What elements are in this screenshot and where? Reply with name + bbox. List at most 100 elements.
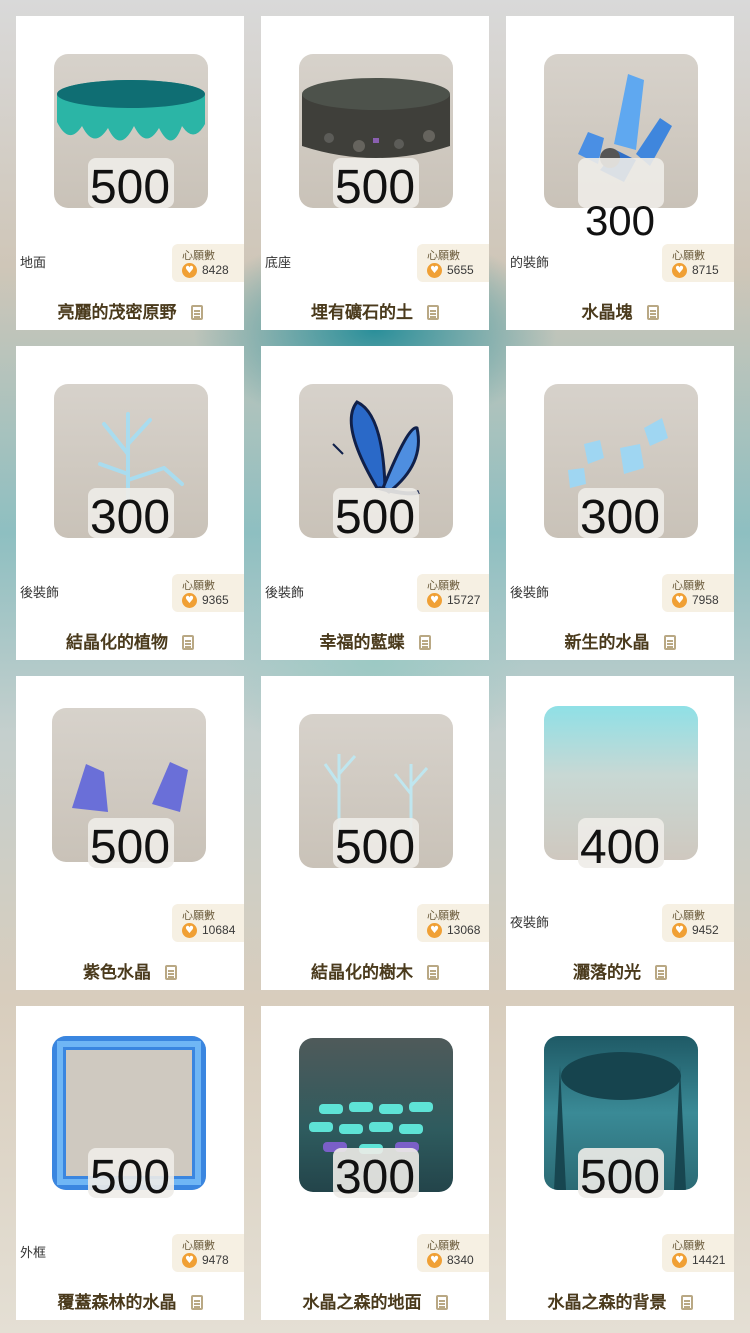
wish-count-badge: 心願數 ♥ 8340 xyxy=(417,1234,489,1272)
shop-item-card[interactable]: 500 心願數 ♥ 14421 水晶之森的背景 xyxy=(506,1006,734,1320)
heart-icon: ♥ xyxy=(182,923,197,938)
wish-count-badge: 心願數 ♥ 9365 xyxy=(172,574,244,612)
category-label: 底座 xyxy=(265,256,292,271)
document-icon[interactable] xyxy=(190,1295,203,1310)
shop-item-card[interactable]: 500 心願數 ♥ 10684 紫色水晶 xyxy=(16,676,244,990)
wish-label: 心願數 xyxy=(427,1239,460,1252)
shop-page: { "wish_label": "心願數", "items": [ {"pric… xyxy=(0,0,750,1333)
wish-label: 心願數 xyxy=(672,1239,705,1252)
shop-item-card[interactable]: 500 後裝飾 心願數 ♥ 15727 幸福的藍蝶 xyxy=(261,346,489,660)
price-label: 500 xyxy=(579,1151,661,1204)
wish-label: 心願數 xyxy=(672,579,705,592)
wish-label: 心願數 xyxy=(182,579,215,592)
wish-count: 5655 xyxy=(447,263,474,277)
wish-count: 9478 xyxy=(202,1253,229,1267)
document-icon[interactable] xyxy=(646,305,659,320)
wish-count-badge: 心願數 ♥ 8715 xyxy=(662,244,734,282)
shop-item-card[interactable]: 300 後裝飾 心願數 ♥ 7958 新生的水晶 xyxy=(506,346,734,660)
document-icon[interactable] xyxy=(435,1295,448,1310)
document-icon[interactable] xyxy=(680,1295,693,1310)
wish-label: 心願數 xyxy=(427,249,460,262)
item-name: 灑落的光 xyxy=(506,958,734,983)
shop-item-card[interactable]: 400 夜裝飾 心願數 ♥ 9452 灑落的光 xyxy=(506,676,734,990)
document-icon[interactable] xyxy=(427,305,439,320)
item-name: 紫色水晶 xyxy=(16,958,244,983)
shop-item-card[interactable]: 500 底座 心願數 ♥ 5655 埋有礦石的土 xyxy=(261,16,489,330)
price-label: 300 xyxy=(584,197,656,244)
item-name: 水晶之森的背景 xyxy=(506,1288,734,1313)
category-label: 後裝飾 xyxy=(510,586,550,601)
shop-item-card[interactable]: 300 的裝飾 心願數 ♥ 8715 水晶塊 xyxy=(506,16,734,330)
item-name: 水晶塊 xyxy=(506,298,734,323)
wish-count-badge: 心願數 ♥ 5655 xyxy=(417,244,489,282)
heart-icon: ♥ xyxy=(427,263,442,278)
wish-count: 8715 xyxy=(692,263,719,277)
price-label: 300 xyxy=(579,491,661,544)
category-label: 外框 xyxy=(20,1246,47,1261)
heart-icon: ♥ xyxy=(182,1253,197,1268)
wish-label: 心願數 xyxy=(182,249,215,262)
item-name: 結晶化的樹木 xyxy=(261,958,489,983)
shop-item-card[interactable]: 300 後裝飾 心願數 ♥ 9365 結晶化的植物 xyxy=(16,346,244,660)
wish-count-badge: 心願數 ♥ 9478 xyxy=(172,1234,244,1272)
shop-item-card[interactable]: 500 地面 心願數 ♥ 8428 亮麗的茂密原野 xyxy=(16,16,244,330)
wish-label: 心願數 xyxy=(672,249,705,262)
document-icon[interactable] xyxy=(182,635,194,650)
price-label: 300 xyxy=(334,1151,416,1204)
wish-count-badge: 心願數 ♥ 7958 xyxy=(662,574,734,612)
wish-count-badge: 心願數 ♥ 14421 xyxy=(662,1234,734,1272)
item-name: 亮麗的茂密原野 xyxy=(16,298,244,323)
price-label: 400 xyxy=(579,821,661,874)
wish-count-badge: 心願數 ♥ 15727 xyxy=(417,574,489,612)
price-label: 300 xyxy=(89,491,171,544)
category-label: 後裝飾 xyxy=(265,586,305,601)
price-label: 500 xyxy=(89,161,171,214)
price-label: 500 xyxy=(334,821,416,874)
heart-icon: ♥ xyxy=(182,263,197,278)
wish-count: 15727 xyxy=(447,593,481,607)
document-icon[interactable] xyxy=(165,965,177,980)
heart-icon: ♥ xyxy=(427,923,442,938)
wish-count: 9452 xyxy=(692,923,719,937)
document-icon[interactable] xyxy=(663,635,676,650)
document-icon[interactable] xyxy=(418,635,431,650)
item-name: 結晶化的植物 xyxy=(16,628,244,653)
heart-icon: ♥ xyxy=(427,593,442,608)
wish-count: 8340 xyxy=(447,1253,474,1267)
shop-item-card[interactable]: 300 心願數 ♥ 8340 水晶之森的地面 xyxy=(261,1006,489,1320)
item-name: 新生的水晶 xyxy=(506,628,734,653)
wish-label: 心願數 xyxy=(427,909,460,922)
heart-icon: ♥ xyxy=(672,593,687,608)
item-name: 埋有礦石的土 xyxy=(261,298,489,323)
document-icon[interactable] xyxy=(190,305,203,320)
category-label: 夜裝飾 xyxy=(510,916,550,931)
wish-label: 心願數 xyxy=(182,909,215,922)
price-label: 500 xyxy=(334,161,416,214)
wish-count: 7958 xyxy=(692,593,719,607)
wish-count-badge: 心願數 ♥ 13068 xyxy=(417,904,489,942)
wish-label: 心願數 xyxy=(672,909,705,922)
wish-count-badge: 心願數 ♥ 9452 xyxy=(662,904,734,942)
heart-icon: ♥ xyxy=(427,1253,442,1268)
heart-icon: ♥ xyxy=(182,593,197,608)
heart-icon: ♥ xyxy=(672,1253,687,1268)
wish-count: 9365 xyxy=(202,593,229,607)
item-name: 幸福的藍蝶 xyxy=(261,628,489,653)
price-label: 500 xyxy=(334,491,416,544)
wish-label: 心願數 xyxy=(427,579,460,592)
document-icon[interactable] xyxy=(427,965,439,980)
category-label: 後裝飾 xyxy=(20,586,60,601)
wish-count-badge: 心願數 ♥ 10684 xyxy=(172,904,244,942)
shop-item-card[interactable]: 500 外框 心願數 ♥ 9478 覆蓋森林的水晶 xyxy=(16,1006,244,1320)
document-icon[interactable] xyxy=(655,965,667,980)
wish-count-badge: 心願數 ♥ 8428 xyxy=(172,244,244,282)
wish-count: 10684 xyxy=(202,923,236,937)
shop-item-card[interactable]: 500 心願數 ♥ 13068 結晶化的樹木 xyxy=(261,676,489,990)
wish-count: 14421 xyxy=(692,1253,726,1267)
item-name: 覆蓋森林的水晶 xyxy=(16,1288,244,1313)
wish-label: 心願數 xyxy=(182,1239,215,1252)
heart-icon: ♥ xyxy=(672,263,687,278)
wish-count: 8428 xyxy=(202,263,229,277)
price-label: 500 xyxy=(89,821,171,874)
category-label: 的裝飾 xyxy=(510,256,550,271)
